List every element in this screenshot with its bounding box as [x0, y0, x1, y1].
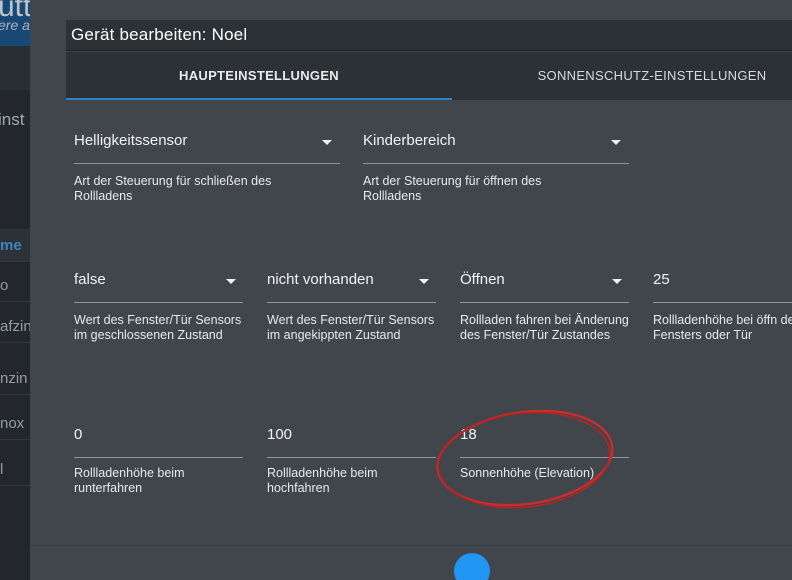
field-underline — [74, 457, 243, 458]
open-control-select[interactable]: Kinderbereich Art der Steuerung für öffn… — [363, 132, 629, 212]
edit-device-dialog: Gerät bearbeiten: Noel HAUPTEINSTELLUNGE… — [30, 0, 792, 580]
open-height-helper: Rollladenhöhe bei öffn des Fensters oder… — [653, 313, 792, 342]
down-height-value: 0 — [74, 426, 83, 443]
window-closed-helper: Wert des Fenster/Tür Sensors im geschlos… — [74, 313, 242, 342]
up-height-helper: Rollladenhöhe beim hochfahren — [267, 466, 378, 495]
field-underline — [74, 163, 340, 164]
field-underline — [653, 302, 792, 303]
dropdown-arrow-icon — [419, 279, 429, 284]
field-underline — [267, 457, 436, 458]
open-control-helper: Art der Steuerung für öffnen des Rolllad… — [363, 174, 542, 203]
red-highlight-circle — [436, 409, 614, 509]
field-underline — [267, 302, 436, 303]
close-control-select[interactable]: Helligkeitssensor Art der Steuerung für … — [74, 132, 340, 212]
open-control-value: Kinderbereich — [363, 132, 456, 149]
window-change-helper: Rollladen fahren bei Änderung des Fenste… — [460, 313, 629, 342]
dropdown-arrow-icon — [611, 140, 621, 145]
field-underline — [74, 302, 243, 303]
field-underline — [363, 163, 629, 164]
dialog-title: Gerät bearbeiten: Noel — [71, 25, 248, 44]
close-control-helper: Art der Steuerung für schließen des Roll… — [74, 174, 272, 203]
window-closed-value: false — [74, 271, 106, 288]
dropdown-arrow-icon — [226, 279, 236, 284]
dropdown-arrow-icon — [322, 140, 332, 145]
close-control-value: Helligkeitssensor — [74, 132, 188, 149]
active-tab-indicator — [66, 98, 452, 100]
down-height-helper: Rollladenhöhe beim runterfahren — [74, 466, 185, 495]
down-height-input[interactable]: 0 Rollladenhöhe beim runterfahren — [74, 426, 243, 506]
tab-sun-protection-settings[interactable]: SONNENSCHUTZ-EINSTELLUNGEN — [452, 52, 792, 100]
tab-bar: HAUPTEINSTELLUNGEN SONNENSCHUTZ-EINSTELL… — [66, 52, 792, 100]
dialog-footer-divider — [30, 545, 792, 546]
dialog-title-bar: Gerät bearbeiten: Noel — [66, 20, 792, 51]
open-height-value: 25 — [653, 271, 670, 288]
window-closed-select[interactable]: false Wert des Fenster/Tür Sensors im ge… — [74, 271, 243, 361]
window-tilted-value: nicht vorhanden — [267, 271, 374, 288]
window-change-value: Öffnen — [460, 271, 505, 288]
up-height-value: 100 — [267, 426, 293, 443]
up-height-input[interactable]: 100 Rollladenhöhe beim hochfahren — [267, 426, 436, 506]
dropdown-arrow-icon — [612, 279, 622, 284]
save-fab-button[interactable] — [454, 553, 490, 580]
window-tilted-helper: Wert des Fenster/Tür Sensors im angekipp… — [267, 313, 435, 342]
window-change-select[interactable]: Öffnen Rollladen fahren bei Änderung des… — [460, 271, 629, 361]
open-height-input[interactable]: 25 Rollladenhöhe bei öffn des Fensters o… — [653, 271, 792, 361]
window-tilted-select[interactable]: nicht vorhanden Wert des Fenster/Tür Sen… — [267, 271, 436, 361]
tab-main-settings[interactable]: HAUPTEINSTELLUNGEN — [66, 52, 452, 100]
field-underline — [460, 302, 629, 303]
